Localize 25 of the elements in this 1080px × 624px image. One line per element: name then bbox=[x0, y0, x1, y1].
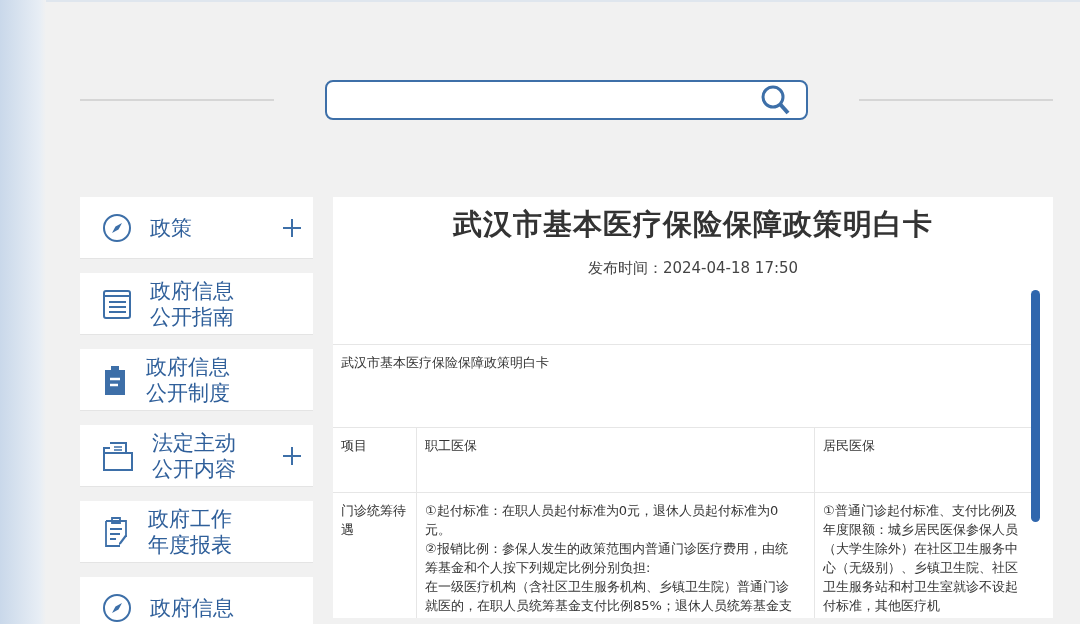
sidebar-item[interactable]: 政府信息 bbox=[80, 577, 313, 624]
sidebar-item[interactable]: 政府工作 年度报表 bbox=[80, 501, 313, 563]
table-cell: ①起付标准：在职人员起付标准为0元，退休人员起付标准为0元。 ②报销比例：参保人发生的政策范围内普通门诊医疗费用，由统筹基金和个人按下列规定比例分别负担: 在一级医疗机构（含社区卫生服务机构、乡镇卫生院）普通门诊就医的，在职人员统筹基金支付比例85%；退休人员统筹基金支 bbox=[417, 493, 815, 618]
table-caption: 武汉市基本医疗保险保障政策明白卡 bbox=[340, 354, 550, 372]
column-header: 项目 bbox=[333, 428, 417, 492]
plus-icon[interactable] bbox=[283, 446, 301, 465]
clipboard-icon bbox=[102, 363, 128, 396]
column-header: 职工医保 bbox=[417, 428, 815, 492]
scrollbar-thumb[interactable] bbox=[1031, 290, 1040, 522]
table-cell: 门诊统筹待遇 bbox=[333, 493, 417, 618]
sidebar-item[interactable]: 政府信息 公开指南 bbox=[80, 273, 313, 335]
plus-icon[interactable] bbox=[283, 218, 301, 237]
publish-date: 发布时间：2024-04-18 17:50 bbox=[586, 259, 800, 278]
compass-icon bbox=[102, 592, 132, 623]
folder-icon bbox=[102, 439, 134, 472]
compass-icon bbox=[102, 212, 132, 243]
table-cell-text: ①普通门诊起付标准、支付比例及年度限额：城乡居民医保参保人员（大学生除外）在社区卫生服务中心（无级别）、乡镇卫生院、社区卫生服务站和村卫生室就诊不设起付标准，其他医疗机 bbox=[822, 502, 1019, 615]
article-title: 武汉市基本医疗保险保障政策明白卡 bbox=[452, 206, 934, 243]
search-field[interactable] bbox=[324, 80, 809, 120]
sidebar-item[interactable]: 政策 bbox=[80, 197, 313, 259]
sidebar-item[interactable]: 法定主动 公开内容 bbox=[80, 425, 313, 487]
clipboard-pen-icon bbox=[102, 515, 130, 548]
list-icon bbox=[102, 287, 132, 320]
sidebar-item[interactable]: 政府信息 公开制度 bbox=[80, 349, 313, 411]
column-header: 居民医保 bbox=[822, 437, 876, 455]
